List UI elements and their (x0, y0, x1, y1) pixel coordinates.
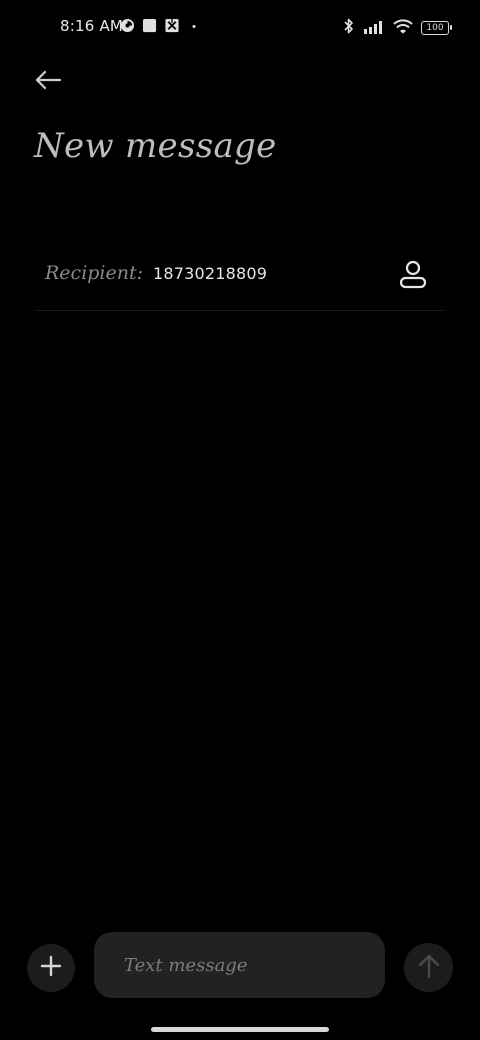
contact-picker-button[interactable] (396, 260, 430, 294)
wifi-icon (393, 18, 413, 38)
text-message-input[interactable] (122, 953, 385, 977)
send-button[interactable] (404, 943, 453, 992)
person-icon (399, 260, 427, 294)
plus-icon (40, 955, 62, 981)
arrow-left-icon (34, 69, 62, 95)
message-field-container (94, 932, 385, 998)
battery-icon: 100 (421, 21, 452, 35)
recipient-label: Recipient: (45, 262, 144, 284)
recipient-input[interactable]: 18730218809 (153, 264, 267, 283)
status-left-icons (120, 18, 201, 37)
signal-icon (363, 19, 385, 38)
data-saver-icon (120, 18, 135, 37)
home-indicator[interactable] (151, 1027, 329, 1032)
arrow-up-icon (417, 953, 441, 983)
square-app-icon (142, 18, 157, 37)
back-button[interactable] (28, 62, 68, 102)
status-time: 8:16 AM (60, 17, 124, 35)
recipient-row: Recipient: 18730218809 (36, 246, 444, 311)
battery-level: 100 (426, 22, 444, 33)
status-right-icons: 100 (343, 17, 452, 39)
dot-icon (187, 18, 201, 37)
crossed-box-icon (164, 18, 180, 37)
status-bar: 8:16 AM 100 (0, 0, 480, 54)
page-title: New message (34, 126, 277, 166)
add-attachment-button[interactable] (27, 944, 75, 992)
bluetooth-icon (343, 17, 355, 39)
